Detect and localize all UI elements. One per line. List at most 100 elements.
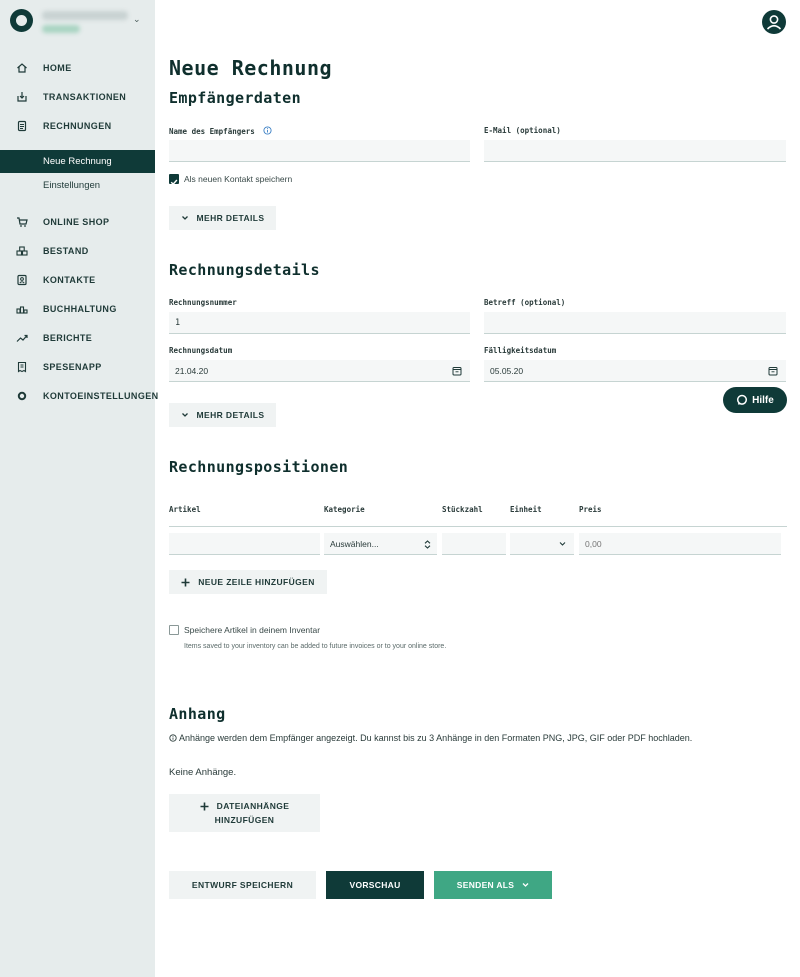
chart-icon xyxy=(16,332,28,344)
sidebar-subitem-label: Einstellungen xyxy=(43,180,101,191)
category-select[interactable]: Auswählen... xyxy=(324,533,437,555)
sidebar-item-buchhaltung[interactable]: BUCHHALTUNG xyxy=(0,298,155,320)
article-input[interactable] xyxy=(175,538,314,549)
section-heading-details: Rechnungsdetails xyxy=(169,261,320,279)
save-inventory-label: Speichere Artikel in deinem Inventar xyxy=(184,625,321,635)
subject-label: Betreff (optional) xyxy=(484,298,566,307)
column-header-quantity: Stückzahl xyxy=(442,505,483,514)
more-details-label: MEHR DETAILS xyxy=(196,213,265,223)
sidebar-item-spesenapp[interactable]: SPESENAPP xyxy=(0,356,155,378)
article-field[interactable] xyxy=(169,533,320,555)
sidebar-item-online-shop[interactable]: ONLINE SHOP xyxy=(0,211,155,233)
due-date-value: 05.05.20 xyxy=(490,365,524,376)
recipient-email-input[interactable] xyxy=(490,145,780,156)
sidebar-item-label: TRANSAKTIONEN xyxy=(43,92,127,102)
sidebar-item-label: BESTAND xyxy=(43,246,89,256)
accounting-icon xyxy=(16,303,28,315)
page-title: Neue Rechnung xyxy=(169,56,333,80)
add-row-button[interactable]: NEUE ZEILE HINZUFÜGEN xyxy=(169,570,327,594)
user-icon xyxy=(766,15,782,30)
sidebar-item-kontakte[interactable]: KONTAKTE xyxy=(0,269,155,291)
main-content: Neue Rechnung Empfängerdaten Name des Em… xyxy=(155,0,800,977)
invoice-number-input[interactable] xyxy=(175,317,464,328)
invoice-date-value: 21.04.20 xyxy=(175,365,209,376)
save-inventory-checkbox[interactable] xyxy=(169,625,179,635)
subject-input[interactable] xyxy=(490,317,780,328)
category-selected-value: Auswählen... xyxy=(330,538,379,549)
sidebar-item-berichte[interactable]: BERICHTE xyxy=(0,327,155,349)
table-header-divider xyxy=(169,526,787,527)
subject-field[interactable] xyxy=(484,312,786,334)
column-header-unit: Einheit xyxy=(510,505,542,514)
sidebar-item-home[interactable]: HOME xyxy=(0,57,155,79)
add-attachment-label-1: DATEIANHÄNGE xyxy=(216,801,290,812)
sidebar-item-transaktionen[interactable]: TRANSAKTIONEN xyxy=(0,86,155,108)
sidebar-item-label: HOME xyxy=(43,63,72,73)
plus-icon xyxy=(181,578,190,586)
sidebar: ⌄ HOME TRANSAKTIONEN RECHNUNGEN Neue Rec… xyxy=(0,0,158,977)
sidebar-subitem-label: Neue Rechnung xyxy=(43,156,112,167)
column-header-category: Kategorie xyxy=(324,505,365,514)
send-as-label: SENDEN ALS xyxy=(456,880,515,890)
recipient-name-field[interactable] xyxy=(169,140,470,162)
due-date-field[interactable]: 05.05.20 xyxy=(484,360,786,382)
quantity-input[interactable] xyxy=(448,538,500,549)
sidebar-item-kontoeinstellungen[interactable]: KONTOEINSTELLUNGEN xyxy=(0,385,158,407)
details-more-details-button[interactable]: MEHR DETAILS xyxy=(169,403,276,427)
chevron-down-icon xyxy=(181,413,188,417)
calendar-icon[interactable] xyxy=(768,366,778,376)
recipient-more-details-button[interactable]: MEHR DETAILS xyxy=(169,206,276,230)
receipt-icon xyxy=(16,361,28,373)
help-button[interactable]: Hilfe xyxy=(723,387,787,413)
recipient-name-input[interactable] xyxy=(175,145,464,156)
sidebar-item-label: KONTAKTE xyxy=(43,275,96,285)
attachments-info: Anhänge werden dem Empfänger angezeigt. … xyxy=(169,733,692,743)
chevron-down-icon xyxy=(559,542,566,546)
price-input[interactable] xyxy=(585,538,775,549)
save-contact-checkbox[interactable] xyxy=(169,174,179,186)
send-as-button[interactable]: SENDEN ALS xyxy=(434,871,552,899)
recipient-name-label-text: Name des Empfängers xyxy=(169,127,255,136)
due-date-label: Fälligkeitsdatum xyxy=(484,346,557,355)
calendar-icon[interactable] xyxy=(452,366,462,376)
preview-button[interactable]: VORSCHAU xyxy=(326,871,424,899)
cart-icon xyxy=(16,216,28,228)
sidebar-subitem-einstellungen[interactable]: Einstellungen xyxy=(0,174,155,197)
account-id-blurred xyxy=(42,25,80,33)
recipient-name-label: Name des Empfängers xyxy=(169,126,272,136)
column-header-article: Artikel xyxy=(169,505,201,514)
column-header-price: Preis xyxy=(579,505,602,514)
sidebar-item-bestand[interactable]: BESTAND xyxy=(0,240,155,262)
contacts-icon xyxy=(16,274,28,286)
sidebar-item-rechnungen[interactable]: RECHNUNGEN xyxy=(0,115,155,137)
invoice-date-field[interactable]: 21.04.20 xyxy=(169,360,470,382)
inventory-icon xyxy=(16,245,28,257)
add-attachment-button[interactable]: DATEIANHÄNGE HINZUFÜGEN xyxy=(169,794,320,832)
account-switcher[interactable]: ⌄ xyxy=(0,0,155,42)
info-icon[interactable] xyxy=(263,126,272,135)
sidebar-subitem-neue-rechnung[interactable]: Neue Rechnung xyxy=(0,150,155,173)
quantity-field[interactable] xyxy=(442,533,506,555)
unit-select[interactable] xyxy=(510,533,574,555)
transactions-icon xyxy=(16,91,28,103)
attachments-empty: Keine Anhänge. xyxy=(169,767,237,778)
preview-label: VORSCHAU xyxy=(349,880,401,890)
sidebar-item-label: RECHNUNGEN xyxy=(43,121,112,131)
recipient-email-field[interactable] xyxy=(484,140,786,162)
save-draft-button[interactable]: ENTWURF SPEICHERN xyxy=(169,871,316,899)
select-arrows-icon xyxy=(424,540,431,549)
chevron-down-icon xyxy=(181,216,188,220)
attachments-info-text: Anhänge werden dem Empfänger angezeigt. … xyxy=(179,733,693,743)
save-draft-label: ENTWURF SPEICHERN xyxy=(191,880,294,890)
plus-icon xyxy=(200,802,209,811)
user-avatar[interactable] xyxy=(762,10,786,34)
section-heading-positions: Rechnungspositionen xyxy=(169,458,349,476)
chevron-down-icon[interactable]: ⌄ xyxy=(133,14,141,25)
chevron-down-icon xyxy=(522,883,529,887)
invoice-number-field[interactable] xyxy=(169,312,470,334)
price-field[interactable] xyxy=(579,533,781,555)
invoice-number-label: Rechnungsnummer xyxy=(169,298,237,307)
inventory-hint: Items saved to your inventory can be add… xyxy=(184,643,447,650)
home-icon xyxy=(16,62,28,74)
add-row-label: NEUE ZEILE HINZUFÜGEN xyxy=(198,577,315,587)
